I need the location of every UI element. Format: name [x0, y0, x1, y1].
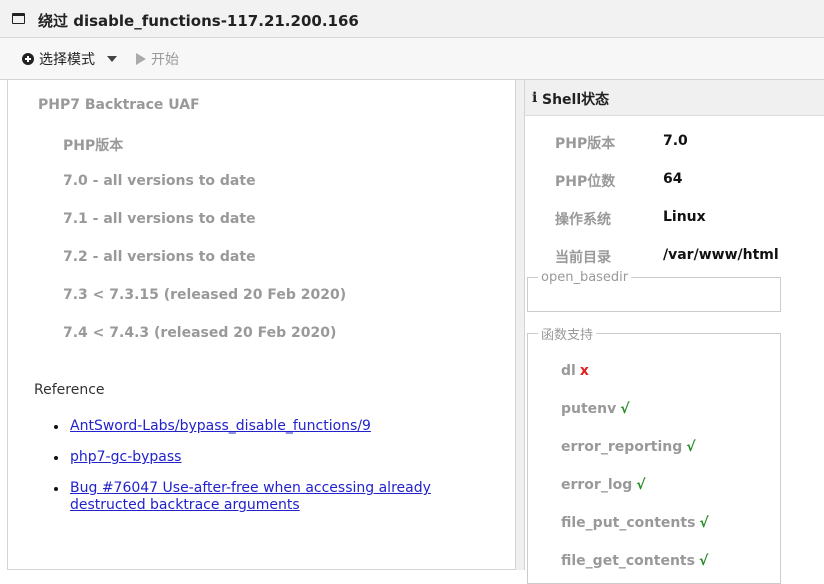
stat-label-current-dir: 当前目录	[555, 250, 611, 266]
function-name: file_put_contents	[561, 515, 696, 531]
function-name: error_reporting	[561, 439, 683, 455]
function-name: dl	[561, 363, 576, 379]
version-item: 7.1 - all versions to date	[63, 211, 256, 227]
function-name: putenv	[561, 401, 617, 417]
unsupported-mark: x	[579, 363, 589, 379]
select-mode-button[interactable]: 选择模式	[22, 48, 117, 70]
supported-mark: √	[636, 477, 646, 493]
reference-link[interactable]: Bug #76047 Use-after-free when accessing…	[70, 480, 431, 513]
function-item: error_log √	[561, 477, 646, 493]
reference-list: AntSword-Labs/bypass_disable_functions/9…	[54, 418, 490, 528]
plus-circle-icon	[22, 53, 34, 65]
stat-label-php-bits: PHP位数	[555, 174, 616, 190]
function-name: error_log	[561, 477, 633, 493]
supported-mark: √	[620, 401, 630, 417]
stat-value-php-bits: 64	[663, 171, 683, 187]
stat-label-php-version: PHP版本	[555, 136, 616, 152]
stat-value-os: Linux	[663, 209, 706, 225]
reference-item: Bug #76047 Use-after-free when accessing…	[54, 480, 490, 514]
exploit-info-panel: PHP7 Backtrace UAF PHP版本 7.0 - all versi…	[7, 80, 516, 570]
version-item: 7.4 < 7.4.3 (released 20 Feb 2020)	[63, 325, 337, 341]
exploit-title: PHP7 Backtrace UAF	[38, 97, 200, 113]
start-label: 开始	[151, 52, 179, 68]
version-item: 7.3 < 7.3.15 (released 20 Feb 2020)	[63, 287, 347, 303]
open-basedir-legend: open_basedir	[541, 270, 629, 285]
shell-status-title: Shell状态	[542, 92, 610, 108]
supported-mark: √	[698, 553, 709, 569]
supported-mark: √	[699, 515, 709, 531]
supported-mark: √	[686, 439, 696, 455]
start-button[interactable]: 开始	[136, 48, 179, 70]
function-item: file_put_contents √	[561, 515, 709, 531]
function-item: putenv √	[561, 401, 630, 417]
versions-heading: PHP版本	[63, 138, 124, 154]
reference-link[interactable]: php7-gc-bypass	[70, 449, 181, 465]
shell-status-panel: i Shell状态 PHP版本 7.0 PHP位数 64 操作系统 Linux …	[524, 80, 824, 584]
reference-heading: Reference	[34, 382, 105, 398]
stat-value-current-dir: /var/www/html	[663, 247, 779, 263]
function-name: file_get_contents	[561, 553, 695, 569]
panel-splitter[interactable]	[516, 80, 524, 570]
reference-item: php7-gc-bypass	[54, 449, 490, 466]
window-icon	[12, 13, 25, 24]
version-item: 7.2 - all versions to date	[63, 249, 256, 265]
function-item: error_reporting √	[561, 439, 696, 455]
play-icon	[136, 53, 146, 65]
stat-value-php-version: 7.0	[663, 133, 688, 149]
function-item: file_get_contents √	[561, 553, 708, 569]
open-basedir-fieldset: open_basedir	[527, 270, 781, 312]
reference-item: AntSword-Labs/bypass_disable_functions/9	[54, 418, 490, 435]
shell-status-header: i Shell状态	[525, 80, 824, 116]
function-item: dl x	[561, 363, 589, 379]
window-titlebar: 绕过 disable_functions-117.21.200.166	[0, 0, 824, 38]
stat-label-os: 操作系统	[555, 212, 611, 228]
caret-down-icon	[107, 56, 117, 62]
toolbar: 选择模式 开始	[0, 38, 824, 80]
version-item: 7.0 - all versions to date	[63, 173, 256, 189]
info-icon: i	[532, 90, 538, 106]
reference-link[interactable]: AntSword-Labs/bypass_disable_functions/9	[70, 418, 371, 434]
select-mode-label: 选择模式	[39, 52, 95, 68]
window-title: 绕过 disable_functions-117.21.200.166	[38, 12, 359, 30]
functions-legend: 函数支持	[541, 328, 594, 343]
